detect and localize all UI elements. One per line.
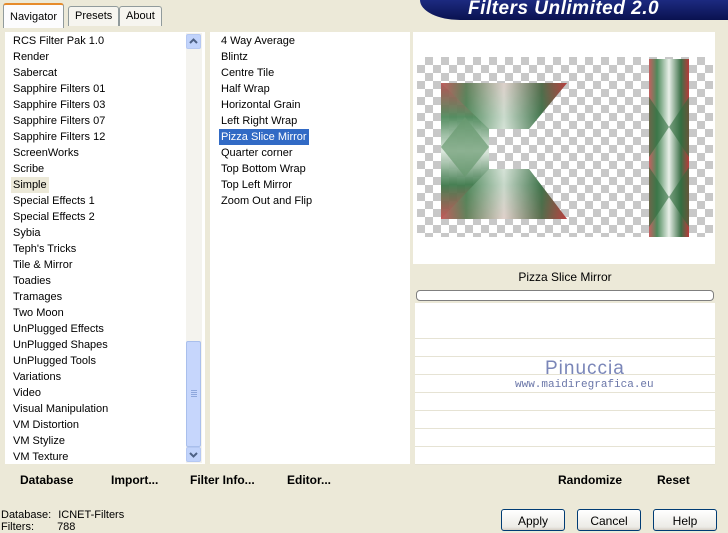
- tab-label: Presets: [75, 10, 113, 22]
- list-item[interactable]: Pizza Slice Mirror: [219, 129, 309, 145]
- list-item[interactable]: Tramages: [11, 289, 64, 305]
- filter-info-label: Filter Info...: [190, 473, 255, 487]
- randomize-label: Randomize: [558, 473, 623, 487]
- parameter-row[interactable]: [415, 411, 715, 429]
- list-item[interactable]: Sapphire Filters 07: [11, 113, 107, 129]
- chevron-up-icon: [189, 38, 198, 44]
- tab-about[interactable]: About: [119, 6, 162, 26]
- tab-label: Navigator: [10, 11, 58, 23]
- app-title: Filters Unlimited 2.0: [468, 0, 660, 19]
- reset-label: Reset: [657, 473, 690, 487]
- chevron-down-icon: [189, 452, 198, 458]
- list-item[interactable]: Toadies: [11, 273, 53, 289]
- watermark-name: Pinuccia: [545, 358, 625, 379]
- status-filters: Filters: 788: [1, 521, 75, 533]
- import-button[interactable]: Import...: [111, 473, 158, 487]
- preview-artwork: [441, 59, 689, 237]
- progress-bar: [416, 290, 714, 301]
- editor-label: Editor...: [287, 473, 332, 487]
- list-item[interactable]: Centre Tile: [219, 65, 276, 81]
- reset-button[interactable]: Reset: [657, 473, 690, 487]
- list-item[interactable]: UnPlugged Tools: [11, 353, 98, 369]
- list-item[interactable]: 4 Way Average: [219, 33, 297, 49]
- list-item[interactable]: ScreenWorks: [11, 145, 81, 161]
- watermark-site: www.maidiregrafica.eu: [515, 379, 654, 391]
- list-item[interactable]: Sapphire Filters 12: [11, 129, 107, 145]
- help-label: Help: [672, 514, 698, 528]
- status-database: Database: ICNET-Filters: [1, 509, 124, 521]
- parameter-row[interactable]: [415, 429, 715, 447]
- parameter-row[interactable]: [415, 393, 715, 411]
- category-scrollbar[interactable]: [186, 33, 202, 463]
- scroll-thumb[interactable]: [186, 341, 201, 447]
- apply-button[interactable]: Apply: [501, 509, 565, 531]
- randomize-button[interactable]: Randomize: [558, 473, 622, 487]
- list-item[interactable]: VM Stylize: [11, 433, 67, 449]
- list-item[interactable]: Visual Manipulation: [11, 401, 110, 417]
- list-item[interactable]: Quarter corner: [219, 145, 295, 161]
- apply-label: Apply: [517, 514, 549, 528]
- filter-info-button[interactable]: Filter Info...: [190, 473, 255, 487]
- filters-status-label: Filters:: [1, 521, 34, 533]
- list-item[interactable]: Sabercat: [11, 65, 59, 81]
- database-button[interactable]: Database: [20, 473, 73, 487]
- list-item[interactable]: Top Bottom Wrap: [219, 161, 308, 177]
- parameter-row[interactable]: [415, 339, 715, 357]
- database-status-value: ICNET-Filters: [58, 509, 125, 521]
- list-item[interactable]: Simple: [11, 177, 49, 193]
- database-status-label: Database:: [1, 509, 52, 521]
- list-item[interactable]: UnPlugged Shapes: [11, 337, 110, 353]
- scroll-down-button[interactable]: [186, 447, 201, 462]
- tab-presets[interactable]: Presets: [68, 6, 120, 26]
- preview-image: [417, 57, 713, 237]
- parameter-rows: [415, 321, 715, 465]
- list-item[interactable]: Teph's Tricks: [11, 241, 78, 257]
- list-item[interactable]: Blintz: [219, 49, 250, 65]
- help-button[interactable]: Help: [653, 509, 717, 531]
- list-item[interactable]: VM Texture: [11, 449, 70, 465]
- list-item[interactable]: Sybia: [11, 225, 43, 241]
- list-item[interactable]: RCS Filter Pak 1.0: [11, 33, 106, 49]
- editor-button[interactable]: Editor...: [287, 473, 331, 487]
- title-banner: Filters Unlimited 2.0: [420, 0, 728, 20]
- parameter-row[interactable]: [415, 321, 715, 339]
- scroll-up-button[interactable]: [186, 34, 201, 49]
- list-item[interactable]: Top Left Mirror: [219, 177, 294, 193]
- preview-filter-name: Pizza Slice Mirror: [518, 270, 612, 284]
- list-item[interactable]: Zoom Out and Flip: [219, 193, 314, 209]
- list-item[interactable]: Special Effects 2: [11, 209, 97, 225]
- list-item[interactable]: Left Right Wrap: [219, 113, 299, 129]
- list-item[interactable]: VM Distortion: [11, 417, 81, 433]
- list-item[interactable]: Half Wrap: [219, 81, 272, 97]
- list-item[interactable]: Scribe: [11, 161, 46, 177]
- cancel-label: Cancel: [590, 514, 628, 528]
- list-item[interactable]: UnPlugged Effects: [11, 321, 106, 337]
- list-item[interactable]: Sapphire Filters 03: [11, 97, 107, 113]
- database-label: Database: [20, 473, 74, 487]
- import-label: Import...: [111, 473, 159, 487]
- tab-label: About: [126, 10, 155, 22]
- list-item[interactable]: Video: [11, 385, 43, 401]
- parameter-row[interactable]: [415, 447, 715, 465]
- list-item[interactable]: Horizontal Grain: [219, 97, 302, 113]
- filters-status-value: 788: [57, 521, 76, 533]
- tab-navigator[interactable]: Navigator: [3, 3, 65, 28]
- list-item[interactable]: Sapphire Filters 01: [11, 81, 107, 97]
- list-item[interactable]: Two Moon: [11, 305, 66, 321]
- list-item[interactable]: Variations: [11, 369, 63, 385]
- list-item[interactable]: Special Effects 1: [11, 193, 97, 209]
- list-item[interactable]: Tile & Mirror: [11, 257, 74, 273]
- grip-icon: [191, 390, 197, 391]
- list-item[interactable]: Render: [11, 49, 51, 65]
- cancel-button[interactable]: Cancel: [577, 509, 641, 531]
